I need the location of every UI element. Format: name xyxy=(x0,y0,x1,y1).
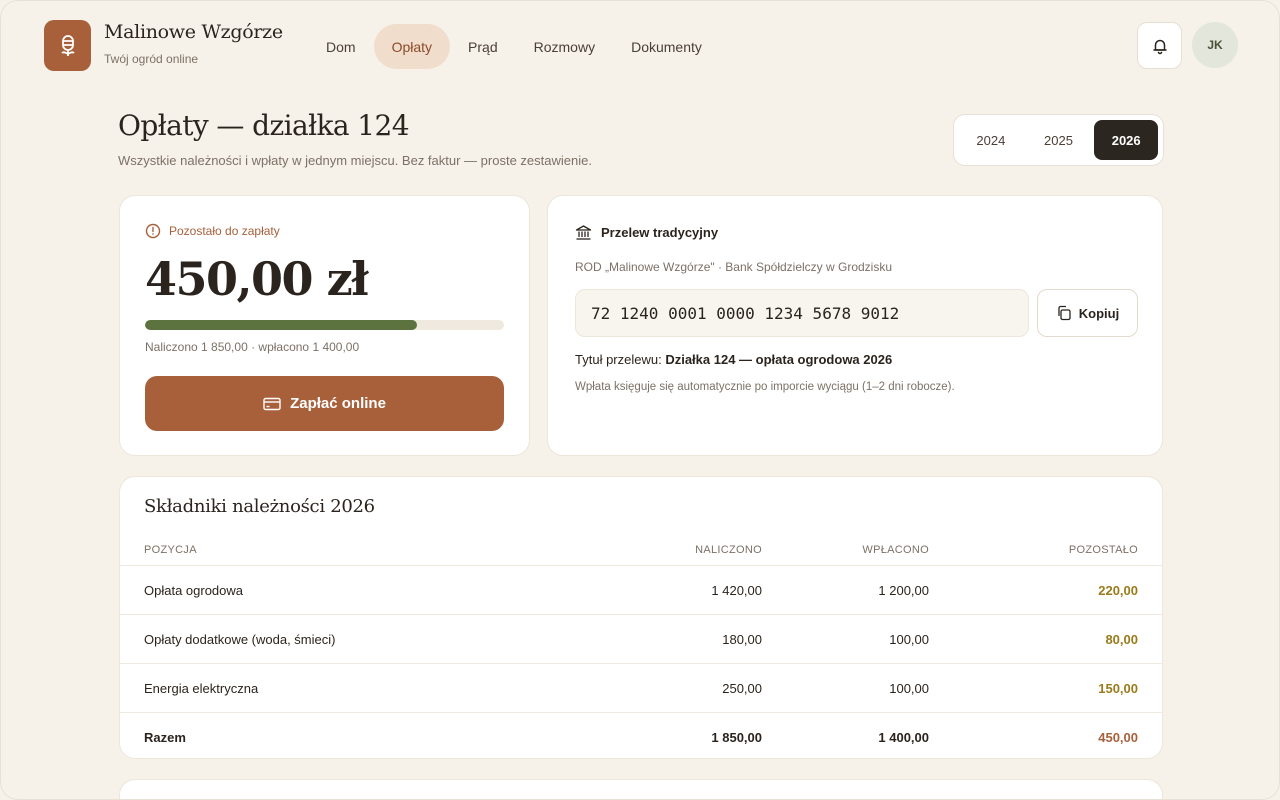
header-position: POZYCJA xyxy=(144,544,197,556)
year-2026-button[interactable]: 2026 xyxy=(1094,120,1159,160)
pay-online-button[interactable]: Zapłać online xyxy=(145,376,504,431)
row-paid: 100,00 xyxy=(889,680,929,696)
due-summary: Naliczono 1 850,00 · wpłacono 1 400,00 xyxy=(145,340,360,354)
transfer-heading-text: Przelew tradycyjny xyxy=(601,225,719,240)
table-total-row: Razem 1 850,00 1 400,00 450,00 xyxy=(120,712,1162,758)
due-label-text: Pozostało do zapłaty xyxy=(169,224,280,238)
copy-icon xyxy=(1058,305,1071,321)
due-label: Pozostało do zapłaty xyxy=(145,223,280,239)
table-row: Energia elektryczna 250,00 100,00 150,00 xyxy=(120,663,1162,712)
total-remaining: 450,00 xyxy=(1098,729,1138,745)
payment-progress-bar xyxy=(145,320,504,330)
charges-table-card: Składniki należności 2026 POZYCJA NALICZ… xyxy=(119,476,1163,759)
top-bar: Malinowe Wzgórze Twój ogród online Dom O… xyxy=(1,1,1279,91)
table-row: Opłata ogrodowa 1 420,00 1 200,00 220,00 xyxy=(120,565,1162,614)
balance-card: Pozostało do zapłaty 450,00 zł Naliczono… xyxy=(119,195,530,456)
nav-item-dokumenty[interactable]: Dokumenty xyxy=(613,24,720,69)
year-switch: 2024 2025 2026 xyxy=(953,114,1164,166)
credit-card-icon xyxy=(263,397,281,410)
pay-online-label: Zapłać online xyxy=(290,395,386,412)
brand-name: Malinowe Wzgórze xyxy=(104,21,283,43)
header-remaining: POZOSTAŁO xyxy=(1068,544,1138,556)
row-name: Opłaty dodatkowe (woda, śmieci) xyxy=(144,631,336,647)
total-charged: 1 850,00 xyxy=(711,729,762,745)
copy-iban-button[interactable]: Kopiuj xyxy=(1037,289,1138,337)
header-charged: NALICZONO xyxy=(695,544,762,556)
transfer-title-prefix: Tytuł przelewu: xyxy=(575,352,662,367)
copy-label: Kopiuj xyxy=(1078,305,1120,321)
row-paid: 100,00 xyxy=(889,631,929,647)
brand-tagline: Twój ogród online xyxy=(104,52,199,66)
payment-progress-fill xyxy=(145,320,417,330)
iban-field[interactable]: 72 1240 0001 0000 1234 5678 9012 xyxy=(575,289,1029,337)
flower-icon[interactable] xyxy=(44,20,91,71)
row-remaining: 220,00 xyxy=(1098,582,1138,598)
next-section-card xyxy=(119,779,1163,799)
due-amount: 450,00 zł xyxy=(145,252,369,306)
bank-icon xyxy=(575,225,592,240)
row-charged: 1 420,00 xyxy=(711,582,762,598)
row-name: Opłata ogrodowa xyxy=(144,582,244,598)
main-nav: Dom Opłaty Prąd Rozmowy Dokumenty xyxy=(308,24,720,69)
row-remaining: 150,00 xyxy=(1098,680,1138,696)
page-subtitle: Wszystkie należności i wpłaty w jednym m… xyxy=(118,153,592,168)
nav-item-prad[interactable]: Prąd xyxy=(450,24,516,69)
table-title: Składniki należności 2026 xyxy=(144,496,375,517)
nav-item-dom[interactable]: Dom xyxy=(308,24,374,69)
avatar[interactable]: JK xyxy=(1192,22,1238,68)
transfer-heading: Przelew tradycyjny xyxy=(575,224,718,241)
row-charged: 250,00 xyxy=(722,680,762,696)
transfer-title: Tytuł przelewu: Działka 124 — opłata ogr… xyxy=(575,352,892,367)
page-title: Opłaty — działka 124 xyxy=(118,109,410,142)
transfer-title-value: Działka 124 — opłata ogrodowa 2026 xyxy=(665,352,893,367)
year-2024-button[interactable]: 2024 xyxy=(959,120,1023,160)
row-charged: 180,00 xyxy=(722,631,762,647)
alert-circle-icon xyxy=(145,223,161,239)
row-name: Energia elektryczna xyxy=(144,680,259,696)
notifications-button[interactable] xyxy=(1137,22,1182,69)
header-paid: WPŁACONO xyxy=(862,544,929,556)
table-row: Opłaty dodatkowe (woda, śmieci) 180,00 1… xyxy=(120,614,1162,663)
app-window: Malinowe Wzgórze Twój ogród online Dom O… xyxy=(0,0,1280,800)
bank-name: ROD „Malinowe Wzgórze" · Bank Spółdzielc… xyxy=(575,260,893,274)
total-paid: 1 400,00 xyxy=(878,729,929,745)
nav-item-rozmowy[interactable]: Rozmowy xyxy=(516,24,613,69)
row-paid: 1 200,00 xyxy=(878,582,929,598)
bell-icon xyxy=(1152,39,1167,54)
row-remaining: 80,00 xyxy=(1105,631,1138,647)
nav-item-oplaty[interactable]: Opłaty xyxy=(373,24,451,69)
bank-transfer-card: Przelew tradycyjny ROD „Malinowe Wzgórze… xyxy=(547,195,1163,456)
year-2025-button[interactable]: 2025 xyxy=(1027,120,1091,160)
total-name: Razem xyxy=(144,729,186,745)
transfer-note: Wpłata księguje się automatycznie po imp… xyxy=(575,381,955,393)
table-header: POZYCJA NALICZONO WPŁACONO POZOSTAŁO xyxy=(120,535,1162,565)
